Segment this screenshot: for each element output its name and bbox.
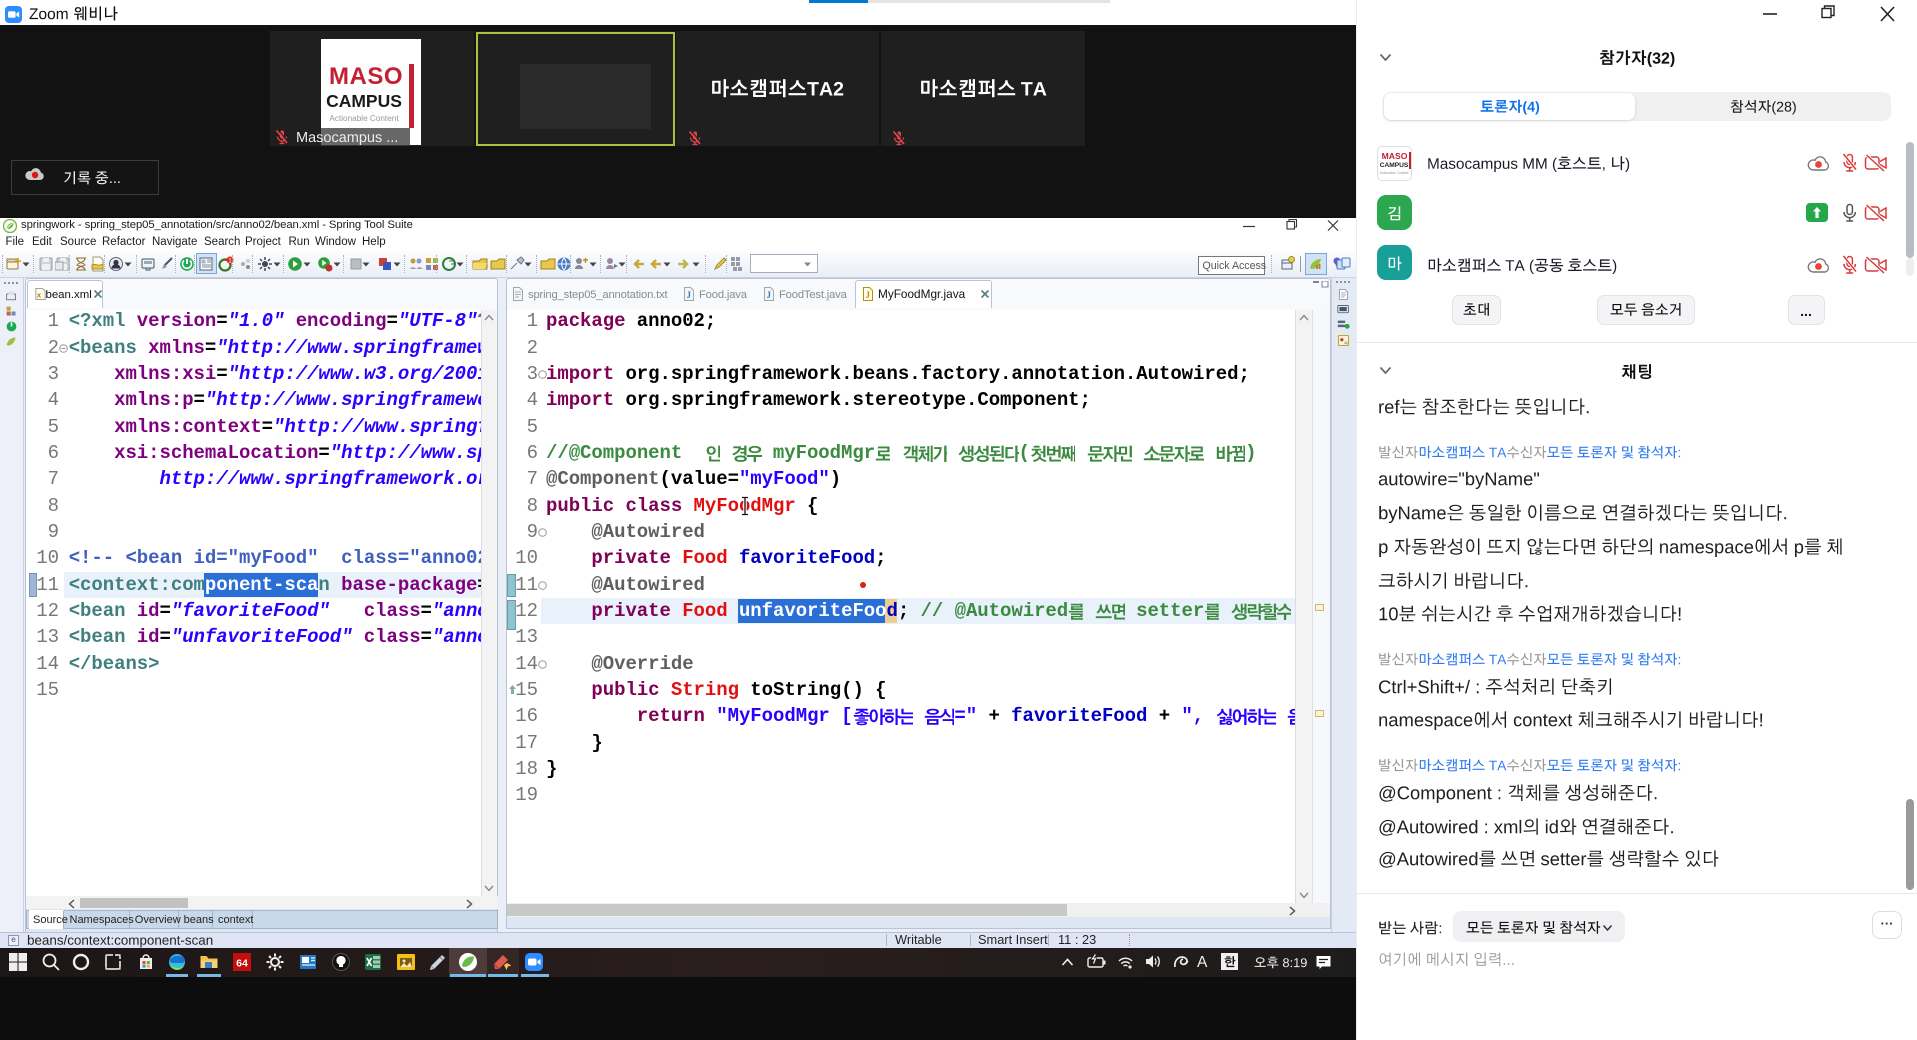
svg-text:64: 64	[236, 958, 248, 970]
svg-text:J: J	[687, 290, 692, 300]
svg-text:x: x	[36, 292, 41, 300]
svg-text:J: J	[866, 290, 871, 300]
svg-text:J: J	[767, 290, 772, 300]
